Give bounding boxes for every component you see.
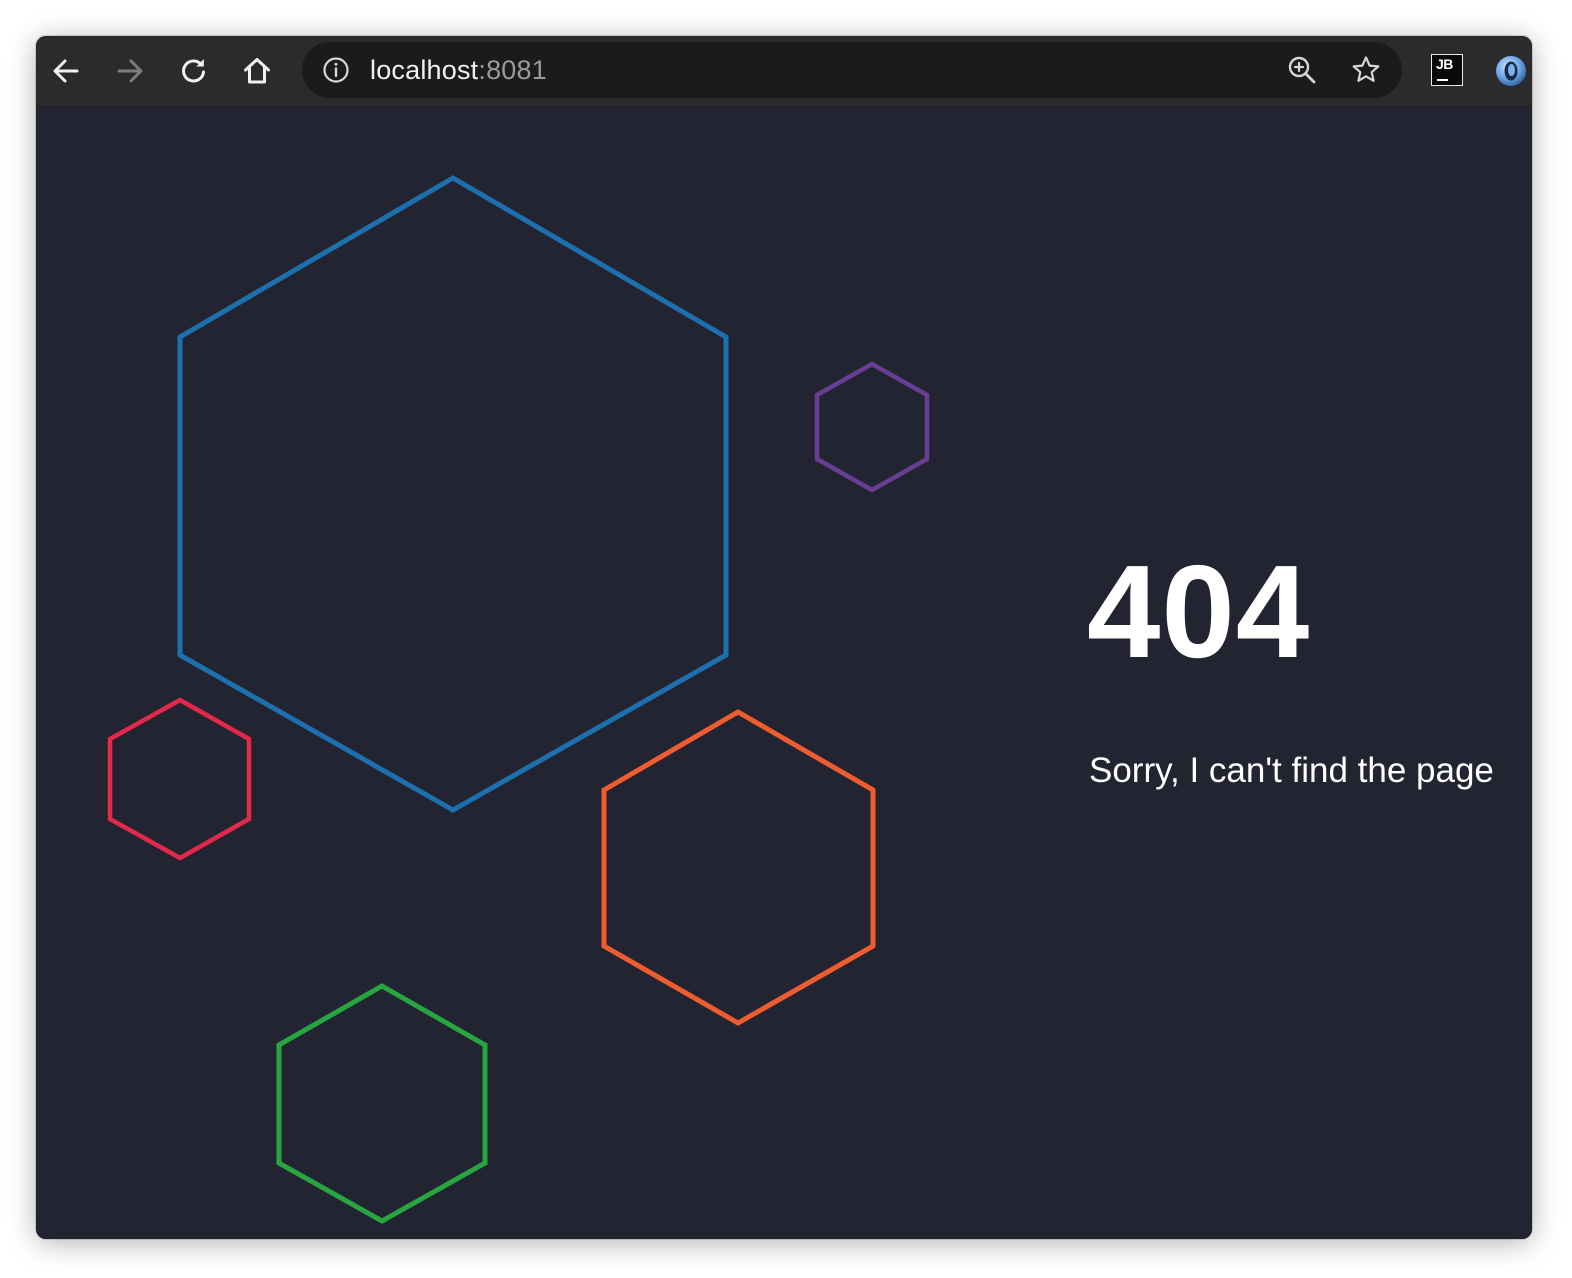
hexagon-red: [107, 697, 252, 861]
back-arrow-icon: [51, 56, 81, 86]
forward-button[interactable]: [109, 50, 151, 92]
page-content: 404 Sorry, I can't find the page: [36, 107, 1532, 1239]
jetbrains-underline: [1437, 79, 1448, 81]
hexagon-green: [276, 983, 488, 1224]
forward-arrow-icon: [115, 56, 145, 86]
error-code: 404: [1087, 538, 1311, 685]
browser-toolbar: localhost:8081 JB: [36, 36, 1532, 107]
hexagon-orange: [601, 709, 876, 1026]
jetbrains-extension-icon[interactable]: JB: [1431, 54, 1463, 86]
reload-icon: [179, 56, 209, 86]
address-bar[interactable]: localhost:8081: [302, 42, 1402, 98]
home-icon: [242, 56, 272, 86]
back-button[interactable]: [45, 50, 87, 92]
info-icon[interactable]: [322, 56, 350, 84]
url-port: :8081: [478, 55, 547, 85]
star-icon[interactable]: [1346, 50, 1386, 90]
hexagon-large-blue: [177, 175, 729, 813]
zoom-in-icon[interactable]: [1282, 50, 1322, 90]
home-button[interactable]: [236, 50, 278, 92]
url-host: localhost: [370, 55, 479, 85]
url-text[interactable]: localhost:8081: [370, 42, 547, 98]
error-message: Sorry, I can't find the page: [1089, 751, 1494, 790]
browser-window: localhost:8081 JB 404 Sorry, I can't fin…: [36, 36, 1532, 1239]
jetbrains-extension-label: JB: [1436, 56, 1453, 72]
hexagon-small-purple: [814, 361, 930, 493]
globe-extension-icon[interactable]: [1494, 54, 1528, 88]
reload-button[interactable]: [173, 50, 215, 92]
